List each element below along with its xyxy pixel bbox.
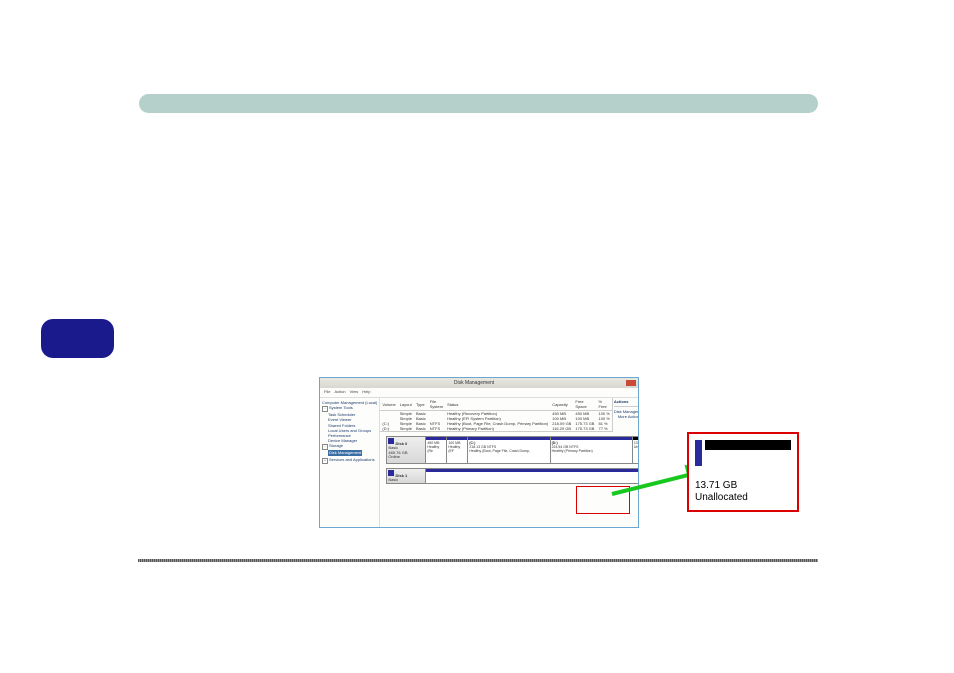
col-free[interactable]: Free Space <box>573 398 596 411</box>
menu-help[interactable]: Help <box>362 389 370 396</box>
partition[interactable]: 100 MBHealthy (EF <box>447 437 468 463</box>
volume-list[interactable]: Volume Layout Type File System Status Ca… <box>380 398 611 432</box>
partition[interactable] <box>426 469 639 483</box>
divider <box>138 559 818 562</box>
partition[interactable]: (C:)218.13 GB NTFSHealthy (Boot, Page Fi… <box>468 437 550 463</box>
disk-type: Basic <box>388 477 398 482</box>
col-pct[interactable]: % Free <box>596 398 611 411</box>
callout-label: Unallocated <box>695 492 748 503</box>
nav-tree[interactable]: Computer Management (Local) -System Tool… <box>320 398 380 528</box>
disk-icon <box>388 438 394 444</box>
title-bar[interactable]: Disk Management <box>320 378 638 388</box>
disk-label[interactable]: Disk 0 Basic 465.76 GB Online <box>387 437 426 463</box>
col-capacity[interactable]: Capacity <box>550 398 573 411</box>
partition[interactable]: (D:)224.54 GB NTFSHealthy (Primary Parti… <box>551 437 633 463</box>
disk-graphical-view: Disk 0 Basic 465.76 GB Online 450 MBHeal… <box>380 432 639 528</box>
col-layout[interactable]: Layout <box>398 398 414 411</box>
disk-row[interactable]: Disk 0 Basic 465.76 GB Online 450 MBHeal… <box>386 436 639 464</box>
menu-file[interactable]: File <box>324 389 330 396</box>
zoom-callout: 13.71 GB Unallocated <box>687 432 799 512</box>
tree-item[interactable]: -System Tools <box>322 405 377 412</box>
partition-color-icon <box>695 440 702 466</box>
window-title: Disk Management <box>454 380 494 386</box>
actions-more[interactable]: More Actions <box>614 414 639 419</box>
disk-state: Online <box>388 454 400 459</box>
disk-label[interactable]: Disk 1 Basic <box>387 469 426 483</box>
main-pane: Volume Layout Type File System Status Ca… <box>380 398 639 528</box>
menu-bar: File Action View Help <box>320 388 638 398</box>
col-type[interactable]: Type <box>414 398 428 411</box>
partition[interactable]: 450 MBHealthy (Re <box>426 437 447 463</box>
disk-management-window: Disk Management File Action View Help Co… <box>319 377 639 528</box>
tree-item[interactable]: +Services and Applications <box>322 457 377 464</box>
actions-header: Actions <box>614 399 639 404</box>
close-icon[interactable] <box>626 380 636 386</box>
section-banner <box>139 94 818 113</box>
disk-row[interactable]: Disk 1 Basic <box>386 468 639 484</box>
unallocated-band <box>705 440 791 450</box>
step-badge <box>41 319 114 358</box>
tree-item[interactable]: -Storage <box>322 443 377 450</box>
col-status[interactable]: Status <box>445 398 550 411</box>
menu-action[interactable]: Action <box>334 389 345 396</box>
table-row[interactable]: (D:)SimpleBasicNTFSHealthy (Primary Part… <box>380 426 611 431</box>
partition-unallocated[interactable]: 13.71 GBUnallocated <box>633 437 639 463</box>
menu-view[interactable]: View <box>350 389 359 396</box>
disk-icon <box>388 470 394 476</box>
col-fs[interactable]: File System <box>428 398 445 411</box>
col-volume[interactable]: Volume <box>380 398 397 411</box>
callout-size: 13.71 GB <box>695 480 737 491</box>
actions-pane: Actions Disk Management More Actions <box>612 398 639 432</box>
